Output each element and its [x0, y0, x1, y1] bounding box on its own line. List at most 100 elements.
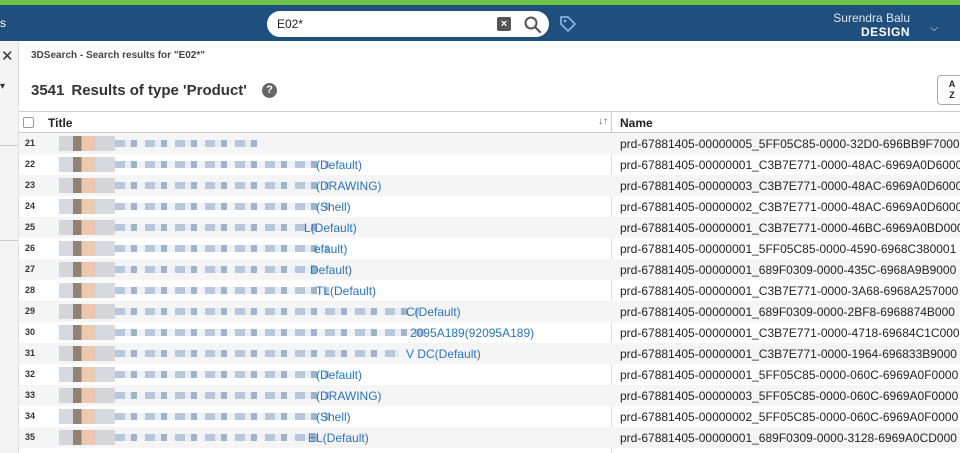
row-name: prd-67881405-00000001_5FF05C85-0000-4590… [620, 242, 957, 256]
search-input[interactable]: E02* × [267, 11, 549, 37]
results-heading: 3541 Results of type 'Product' [31, 82, 247, 99]
table-row[interactable]: 30 2095A189(92095A189) prd-67881405-000000… [19, 322, 960, 343]
product-thumbnail[interactable] [59, 241, 115, 256]
breadcrumb: 3DSearch - Search results for "E02*" [31, 50, 206, 61]
row-name: prd-67881405-00000001_5FF05C85-0000-060C… [620, 368, 959, 382]
product-thumbnail[interactable] [59, 283, 115, 298]
row-number: 22 [25, 159, 36, 169]
table-row[interactable]: 33 (DRAWING) prd-67881405-00000003_5FF05C8… [19, 385, 960, 406]
table-row[interactable]: 29 C(Default) prd-67881405-00000001_689F03… [19, 301, 960, 322]
results-label: Results of type 'Product' [71, 82, 247, 99]
chevron-down-icon[interactable]: ⌵ [930, 23, 938, 34]
redacted-title [115, 161, 329, 168]
search-icon[interactable] [523, 15, 543, 35]
product-thumbnail[interactable] [59, 262, 115, 277]
row-number: 29 [25, 306, 36, 316]
product-thumbnail[interactable] [59, 325, 115, 340]
sort-icon[interactable]: ↓↑ [598, 116, 608, 127]
row-title-link[interactable]: 2095A189(92095A189) [410, 326, 534, 340]
row-name: prd-67881405-00000003_5FF05C85-0000-060C… [620, 389, 959, 403]
row-number: 31 [25, 348, 36, 358]
row-number: 35 [25, 432, 36, 442]
product-thumbnail[interactable] [59, 367, 115, 382]
app-left-label[interactable]: s [0, 16, 6, 30]
table-row[interactable]: 32 (Default) prd-67881405-00000001_5FF05C8… [19, 364, 960, 385]
row-number: 32 [25, 369, 36, 379]
column-header-name[interactable]: Name [620, 116, 653, 130]
row-title-link[interactable]: Default) [310, 263, 352, 277]
row-name: prd-67881405-00000002_5FF05C85-0000-060C… [620, 410, 959, 424]
redacted-title [115, 245, 329, 252]
table-row[interactable]: 35 EL(Default) prd-67881405-00000001_689F0… [19, 427, 960, 448]
row-name: prd-67881405-00000001_C3B7E771-0000-3A68… [620, 284, 959, 298]
row-title-link[interactable]: efault) [314, 242, 347, 256]
product-thumbnail[interactable] [59, 178, 115, 193]
product-thumbnail[interactable] [59, 430, 115, 445]
row-title-link[interactable]: C(Default) [406, 305, 461, 319]
product-thumbnail[interactable] [59, 220, 115, 235]
row-number: 33 [25, 390, 36, 400]
row-title-link[interactable]: (Shell) [316, 200, 351, 214]
table-row[interactable]: 23 (DRAWING) prd-67881405-00000003_C3B7E77… [19, 175, 960, 196]
redacted-title [115, 434, 323, 441]
table-row[interactable]: 26 efault) prd-67881405-00000001_5FF05C85-… [19, 238, 960, 259]
row-title-link[interactable]: (Default) [316, 368, 362, 382]
redacted-title [115, 350, 399, 357]
product-thumbnail[interactable] [59, 136, 115, 151]
redacted-title [115, 392, 329, 399]
clear-icon[interactable]: × [497, 17, 511, 31]
redacted-title [115, 413, 329, 420]
redacted-title [115, 287, 329, 294]
help-icon[interactable]: ? [262, 83, 277, 98]
redacted-title [115, 329, 425, 336]
row-title-link[interactable]: V DC(Default) [406, 347, 481, 361]
table-row[interactable]: 34 (Shell) prd-67881405-00000002_5FF05C85-… [19, 406, 960, 427]
row-title-link[interactable]: (Default) [316, 158, 362, 172]
product-thumbnail[interactable] [59, 388, 115, 403]
row-name: prd-67881405-00000001_689F0309-0000-2BF8… [620, 305, 955, 319]
row-number: 21 [25, 138, 36, 148]
top-bar: s E02* × Surendra Balu DESIGN ⌵ [0, 5, 960, 41]
redacted-title [115, 203, 329, 210]
select-all-checkbox[interactable] [23, 117, 34, 128]
results-table: Title ↓↑ Name 21 prd-67881405-00000005_5F… [19, 111, 960, 453]
sort-az-button[interactable]: AZ [937, 75, 960, 105]
row-title-link[interactable]: (DRAWING) [316, 179, 382, 193]
table-row[interactable]: 25 L(Default) prd-67881405-00000001_C3B7E7… [19, 217, 960, 238]
row-title-link[interactable]: TL(Default) [316, 284, 376, 298]
tag-icon[interactable] [558, 14, 578, 34]
row-name: prd-67881405-00000001_C3B7E771-0000-4718… [620, 326, 960, 340]
user-role: DESIGN [860, 25, 910, 39]
product-thumbnail[interactable] [59, 304, 115, 319]
row-number: 30 [25, 327, 36, 337]
search-input-value[interactable]: E02* [277, 17, 303, 31]
row-title-link[interactable]: EL(Default) [308, 431, 369, 445]
row-name: prd-67881405-00000001_C3B7E771-0000-48AC… [620, 158, 960, 172]
table-row[interactable]: 22 (Default) prd-67881405-00000001_C3B7E77… [19, 154, 960, 175]
row-number: 27 [25, 264, 36, 274]
left-panel-marker-icon: ▾ [0, 81, 6, 92]
close-icon[interactable]: ✕ [1, 47, 14, 65]
row-number: 24 [25, 201, 36, 211]
row-number: 26 [25, 243, 36, 253]
row-number: 23 [25, 180, 36, 190]
column-header-title[interactable]: Title [48, 116, 72, 130]
user-menu[interactable]: Surendra Balu DESIGN [833, 11, 910, 39]
redacted-title [115, 140, 265, 147]
row-title-link[interactable]: (DRAWING) [316, 389, 382, 403]
product-thumbnail[interactable] [59, 346, 115, 361]
redacted-title [115, 371, 329, 378]
table-row[interactable]: 21 prd-67881405-00000005_5FF05C85-0000-32… [19, 133, 960, 154]
product-thumbnail[interactable] [59, 409, 115, 424]
column-divider[interactable] [611, 112, 612, 134]
table-row[interactable]: 28 TL(Default) prd-67881405-00000001_C3B7E… [19, 280, 960, 301]
user-name: Surendra Balu [833, 11, 910, 25]
product-thumbnail[interactable] [59, 199, 115, 214]
table-row[interactable]: 27 Default) prd-67881405-00000001_689F0309… [19, 259, 960, 280]
table-row[interactable]: 31 V DC(Default) prd-67881405-00000001_C3B… [19, 343, 960, 364]
row-title-link[interactable]: L(Default) [304, 221, 357, 235]
table-row[interactable]: 24 (Shell) prd-67881405-00000002_C3B7E771-… [19, 196, 960, 217]
row-name: prd-67881405-00000001_689F0309-0000-3128… [620, 431, 957, 445]
product-thumbnail[interactable] [59, 157, 115, 172]
row-title-link[interactable]: (Shell) [316, 410, 351, 424]
